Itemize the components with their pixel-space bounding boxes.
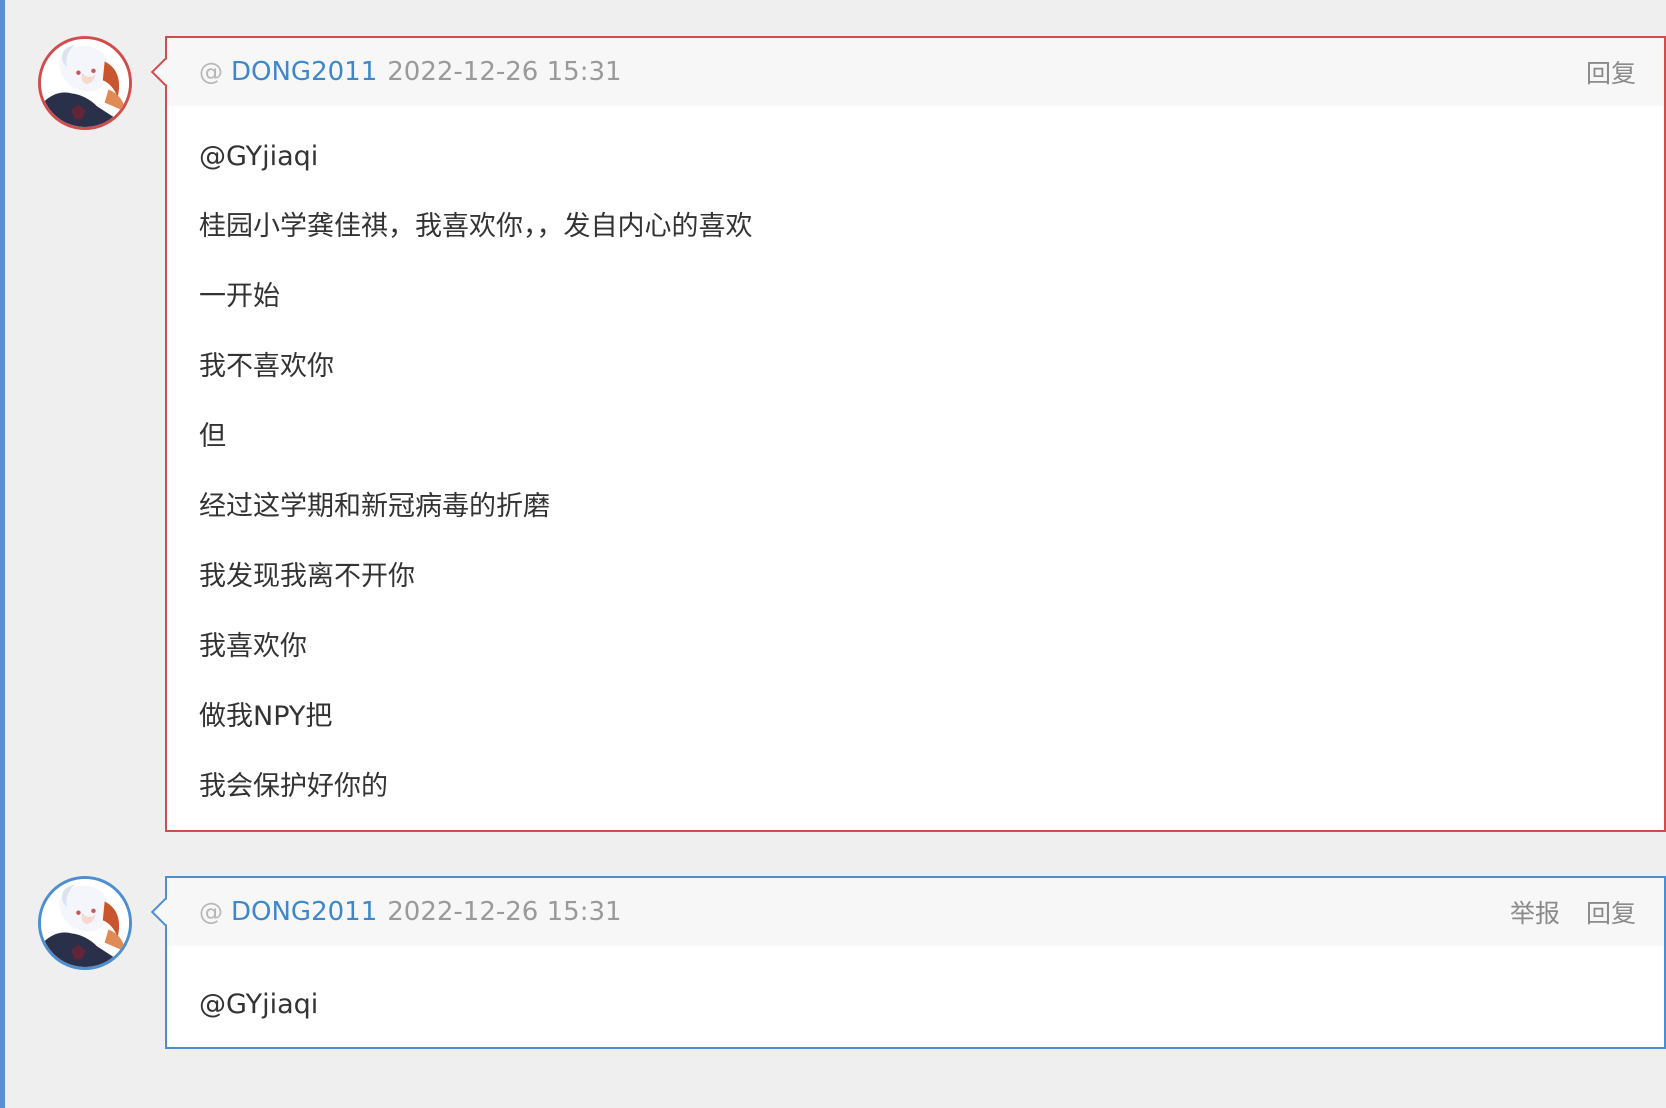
comment-bubble: @ DONG2011 2022-12-26 15:31 回复 @GYjiaqi … xyxy=(150,36,1666,832)
comment-actions: 举报 回复 xyxy=(1510,878,1636,946)
comment-timestamp: 2022-12-26 15:31 xyxy=(387,57,622,87)
comment-line: 桂园小学龚佳祺，我喜欢你，，发自内心的喜欢 xyxy=(199,211,753,242)
avatar-image xyxy=(41,39,129,127)
left-accent-bar xyxy=(0,0,5,1108)
comment-body: @GYjiaqi xyxy=(167,946,1664,1047)
username-link[interactable]: DONG2011 xyxy=(231,897,377,927)
comment-line: 我不喜欢你 xyxy=(199,351,334,382)
comment-line: @GYjiaqi xyxy=(199,989,319,1020)
comment-line: @GYjiaqi xyxy=(199,141,319,172)
comment-line: 经过这学期和新冠病毒的折磨 xyxy=(199,491,550,522)
comment-line: 我会保护好你的 xyxy=(199,771,388,802)
comment-meta-bar: @ DONG2011 2022-12-26 15:31 举报 回复 xyxy=(167,878,1664,946)
reply-button[interactable]: 回复 xyxy=(1586,54,1636,90)
comment-meta-bar: @ DONG2011 2022-12-26 15:31 回复 xyxy=(167,38,1664,106)
report-button[interactable]: 举报 xyxy=(1510,894,1560,930)
comment-line: 但 xyxy=(199,421,226,452)
at-symbol: @ xyxy=(199,898,223,926)
comment-line: 一开始 xyxy=(199,281,280,312)
comment-bubble: @ DONG2011 2022-12-26 15:31 举报 回复 @GYjia… xyxy=(150,876,1666,1049)
comment-timestamp: 2022-12-26 15:31 xyxy=(387,897,622,927)
comment-body: @GYjiaqi 桂园小学龚佳祺，我喜欢你，，发自内心的喜欢 一开始 我不喜欢你… xyxy=(167,106,1664,830)
username-link[interactable]: DONG2011 xyxy=(231,57,377,87)
user-avatar[interactable] xyxy=(38,36,132,130)
comment-actions: 回复 xyxy=(1586,38,1636,106)
at-symbol: @ xyxy=(199,58,223,86)
comment-line: 我喜欢你 xyxy=(199,631,307,662)
comment-line: 我发现我离不开你 xyxy=(199,561,415,592)
comment-line: 做我NPY把 xyxy=(199,701,333,732)
reply-button[interactable]: 回复 xyxy=(1586,894,1636,930)
avatar-image xyxy=(41,879,129,967)
user-avatar[interactable] xyxy=(38,876,132,970)
